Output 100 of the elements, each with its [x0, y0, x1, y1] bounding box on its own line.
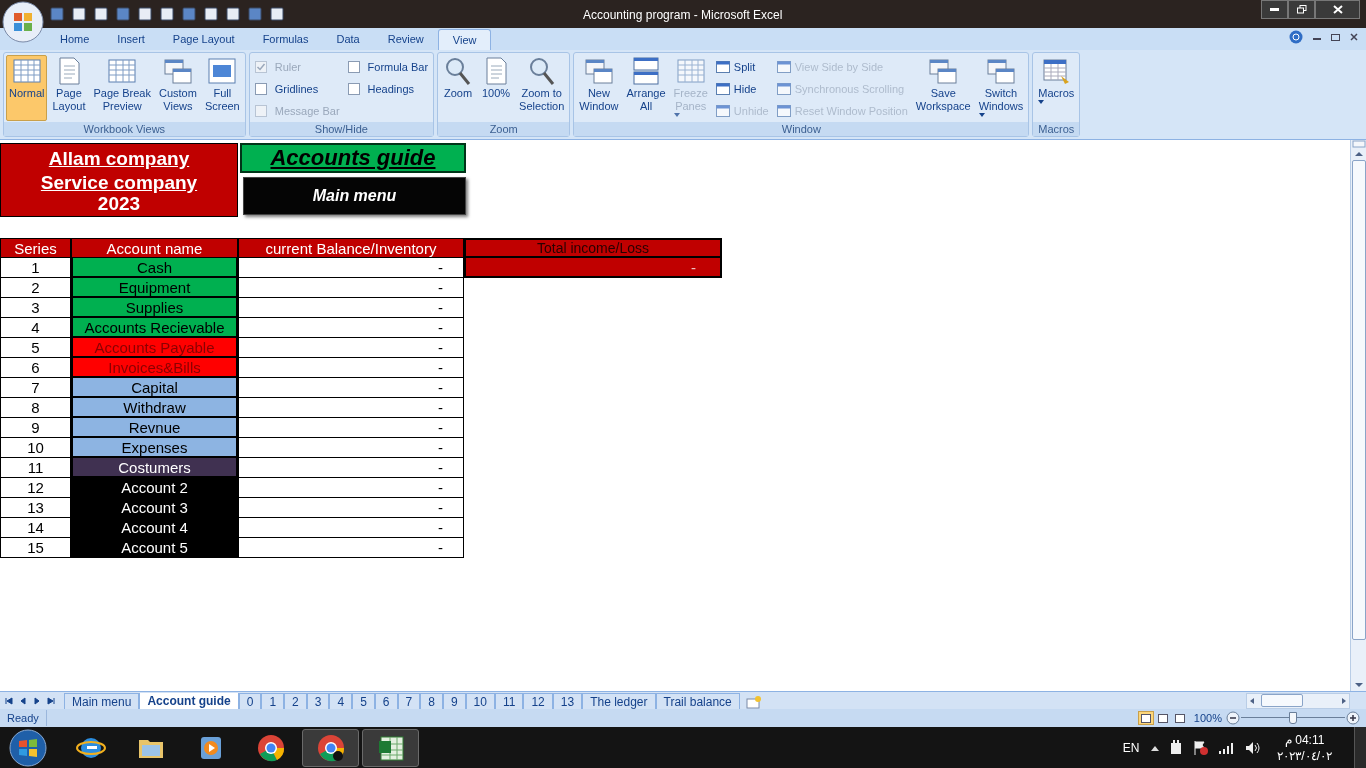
table-cell: 4	[0, 318, 71, 338]
sheet-tab[interactable]: 5	[352, 692, 375, 710]
checkbox[interactable]	[347, 83, 360, 95]
account-name-cell: Account 3	[71, 498, 238, 518]
ribbon-button[interactable]: 100%	[478, 55, 515, 121]
table-cell: 8	[0, 398, 71, 418]
sheet-tab[interactable]: Trail balance	[655, 692, 740, 710]
help-icon[interactable]	[1289, 30, 1303, 44]
toolbar-icon[interactable]	[204, 7, 218, 21]
sheet-tab[interactable]: 7	[397, 692, 421, 710]
toolbar-icon[interactable]	[226, 7, 240, 21]
ribbon-button[interactable]: Arrange All	[623, 55, 669, 121]
sheet-tab[interactable]: 13	[552, 692, 583, 710]
window-title: Accounting program - Microsoft Excel	[583, 7, 783, 24]
ribbon-small-button[interactable]: Hide	[715, 80, 769, 98]
windows-icon	[985, 56, 1016, 86]
checkbox-label[interactable]: Formula Bar	[367, 58, 429, 76]
view-button[interactable]	[1137, 711, 1154, 725]
sheet-tab[interactable]: 0	[238, 692, 262, 710]
sheet-tab[interactable]: 12	[523, 692, 553, 710]
sheet-tab[interactable]: 2	[284, 692, 307, 710]
ribbon-button[interactable]: Normal	[6, 55, 48, 121]
sheet-tab[interactable]: 4	[329, 692, 353, 710]
ribbon-tab[interactable]: Data	[322, 29, 374, 50]
ribbon-button[interactable]: Page Break Preview	[90, 55, 154, 121]
sheet-nav-icon[interactable]	[5, 696, 13, 705]
sheet-tab[interactable]: Account guide	[139, 692, 239, 710]
ribbon-button[interactable]: Macros	[1035, 55, 1078, 121]
flag-error-icon[interactable]	[1193, 740, 1210, 756]
account-name-cell: Accounts Payable	[71, 338, 238, 358]
up-arrow-icon[interactable]	[1151, 745, 1160, 751]
close-icon[interactable]	[1350, 33, 1358, 41]
split-handle-icon[interactable]	[1351, 140, 1366, 148]
ribbon-button[interactable]: Custom Views	[155, 55, 200, 121]
zoom-slider[interactable]	[1241, 711, 1345, 725]
speaker-icon[interactable]	[1245, 741, 1262, 755]
ribbon-tab[interactable]: Page Layout	[158, 29, 249, 50]
checkbox[interactable]	[347, 61, 360, 73]
toolbar-icon[interactable]	[160, 7, 174, 21]
ribbon-button[interactable]: Save Workspace	[912, 55, 974, 121]
ribbon-button[interactable]: Zoom	[440, 55, 477, 121]
ribbon-tab[interactable]: Insert	[103, 29, 159, 50]
restore-icon[interactable]	[1331, 33, 1340, 41]
ribbon-tab[interactable]: Formulas	[248, 29, 323, 50]
zoom-out-icon[interactable]	[1226, 711, 1240, 725]
sheet-tab[interactable]: Main menu	[64, 692, 140, 710]
sheet-tab[interactable]: The ledger	[582, 692, 656, 710]
sheet-tab[interactable]: 1	[261, 692, 285, 710]
table-cell: 11	[0, 458, 71, 478]
ribbon-button[interactable]: Zoom to Selection	[516, 55, 568, 121]
table-cell: -	[238, 358, 464, 378]
checkbox-label[interactable]: Headings	[367, 80, 415, 98]
signal-icon[interactable]	[1219, 742, 1236, 754]
window-bars-icon	[631, 56, 662, 86]
start-button-icon[interactable]	[8, 728, 48, 768]
minimize-button[interactable]	[1261, 0, 1288, 19]
account-name-cell: Costumers	[71, 458, 238, 478]
clock[interactable]: 04:11 م ٢٠٢٣/٠٤/٠٢	[1277, 732, 1332, 764]
taskbar-button[interactable]	[302, 729, 359, 767]
taskbar-button[interactable]	[362, 729, 419, 767]
sheet-nav-icon[interactable]	[47, 696, 55, 705]
power-plug-icon[interactable]	[1169, 740, 1184, 756]
ribbon-tab[interactable]: View	[437, 29, 492, 50]
main-menu-button[interactable]: Main menu	[243, 177, 466, 215]
zoom-in-icon[interactable]	[1346, 711, 1360, 725]
language-indicator[interactable]: EN	[1122, 739, 1140, 757]
sheet-tab[interactable]: 9	[442, 692, 466, 710]
sheet-tab[interactable]: 6	[374, 692, 398, 710]
vertical-scrollbar[interactable]	[1350, 140, 1366, 691]
column-header: Account name	[71, 238, 238, 258]
sheet-tab[interactable]: 10	[465, 692, 495, 710]
ribbon-tab[interactable]: Review	[373, 29, 438, 50]
ribbon-button[interactable]: New Window	[576, 55, 622, 121]
zoom-thumb[interactable]	[1289, 712, 1297, 724]
scroll-thumb[interactable]	[1351, 160, 1366, 640]
toolbar-icon[interactable]	[270, 7, 284, 21]
checkbox-label[interactable]: Gridlines	[274, 80, 319, 98]
table-cell: -	[238, 318, 464, 338]
ribbon-button[interactable]: Switch Windows	[975, 55, 1027, 121]
scroll-thumb[interactable]	[1261, 694, 1303, 707]
account-name-cell: Equipment	[71, 278, 238, 298]
table-cell: 15	[0, 538, 71, 558]
sheet-tab[interactable]: 11	[494, 692, 524, 710]
ribbon-small-button[interactable]: Split	[715, 58, 769, 76]
view-icon	[1157, 713, 1168, 723]
sheet-tab[interactable]: 8	[420, 692, 443, 710]
table-cell: -	[238, 398, 464, 418]
ribbon-button[interactable]: Page Layout	[49, 55, 89, 121]
ribbon-tab[interactable]: Home	[46, 29, 104, 50]
toolbar-icon[interactable]	[72, 7, 86, 21]
horizontal-scrollbar[interactable]	[1246, 692, 1350, 709]
view-icon	[1174, 713, 1185, 723]
toolbar-icon[interactable]	[94, 7, 108, 21]
toolbar-icon[interactable]	[138, 7, 152, 21]
sheet-tab[interactable]: 3	[306, 692, 330, 710]
checkbox[interactable]	[254, 83, 267, 95]
close-button[interactable]	[1315, 0, 1360, 19]
ribbon-button[interactable]: Full Screen	[201, 55, 243, 121]
restore-button[interactable]	[1288, 0, 1315, 19]
zoom-level[interactable]: 100%	[1193, 709, 1222, 727]
